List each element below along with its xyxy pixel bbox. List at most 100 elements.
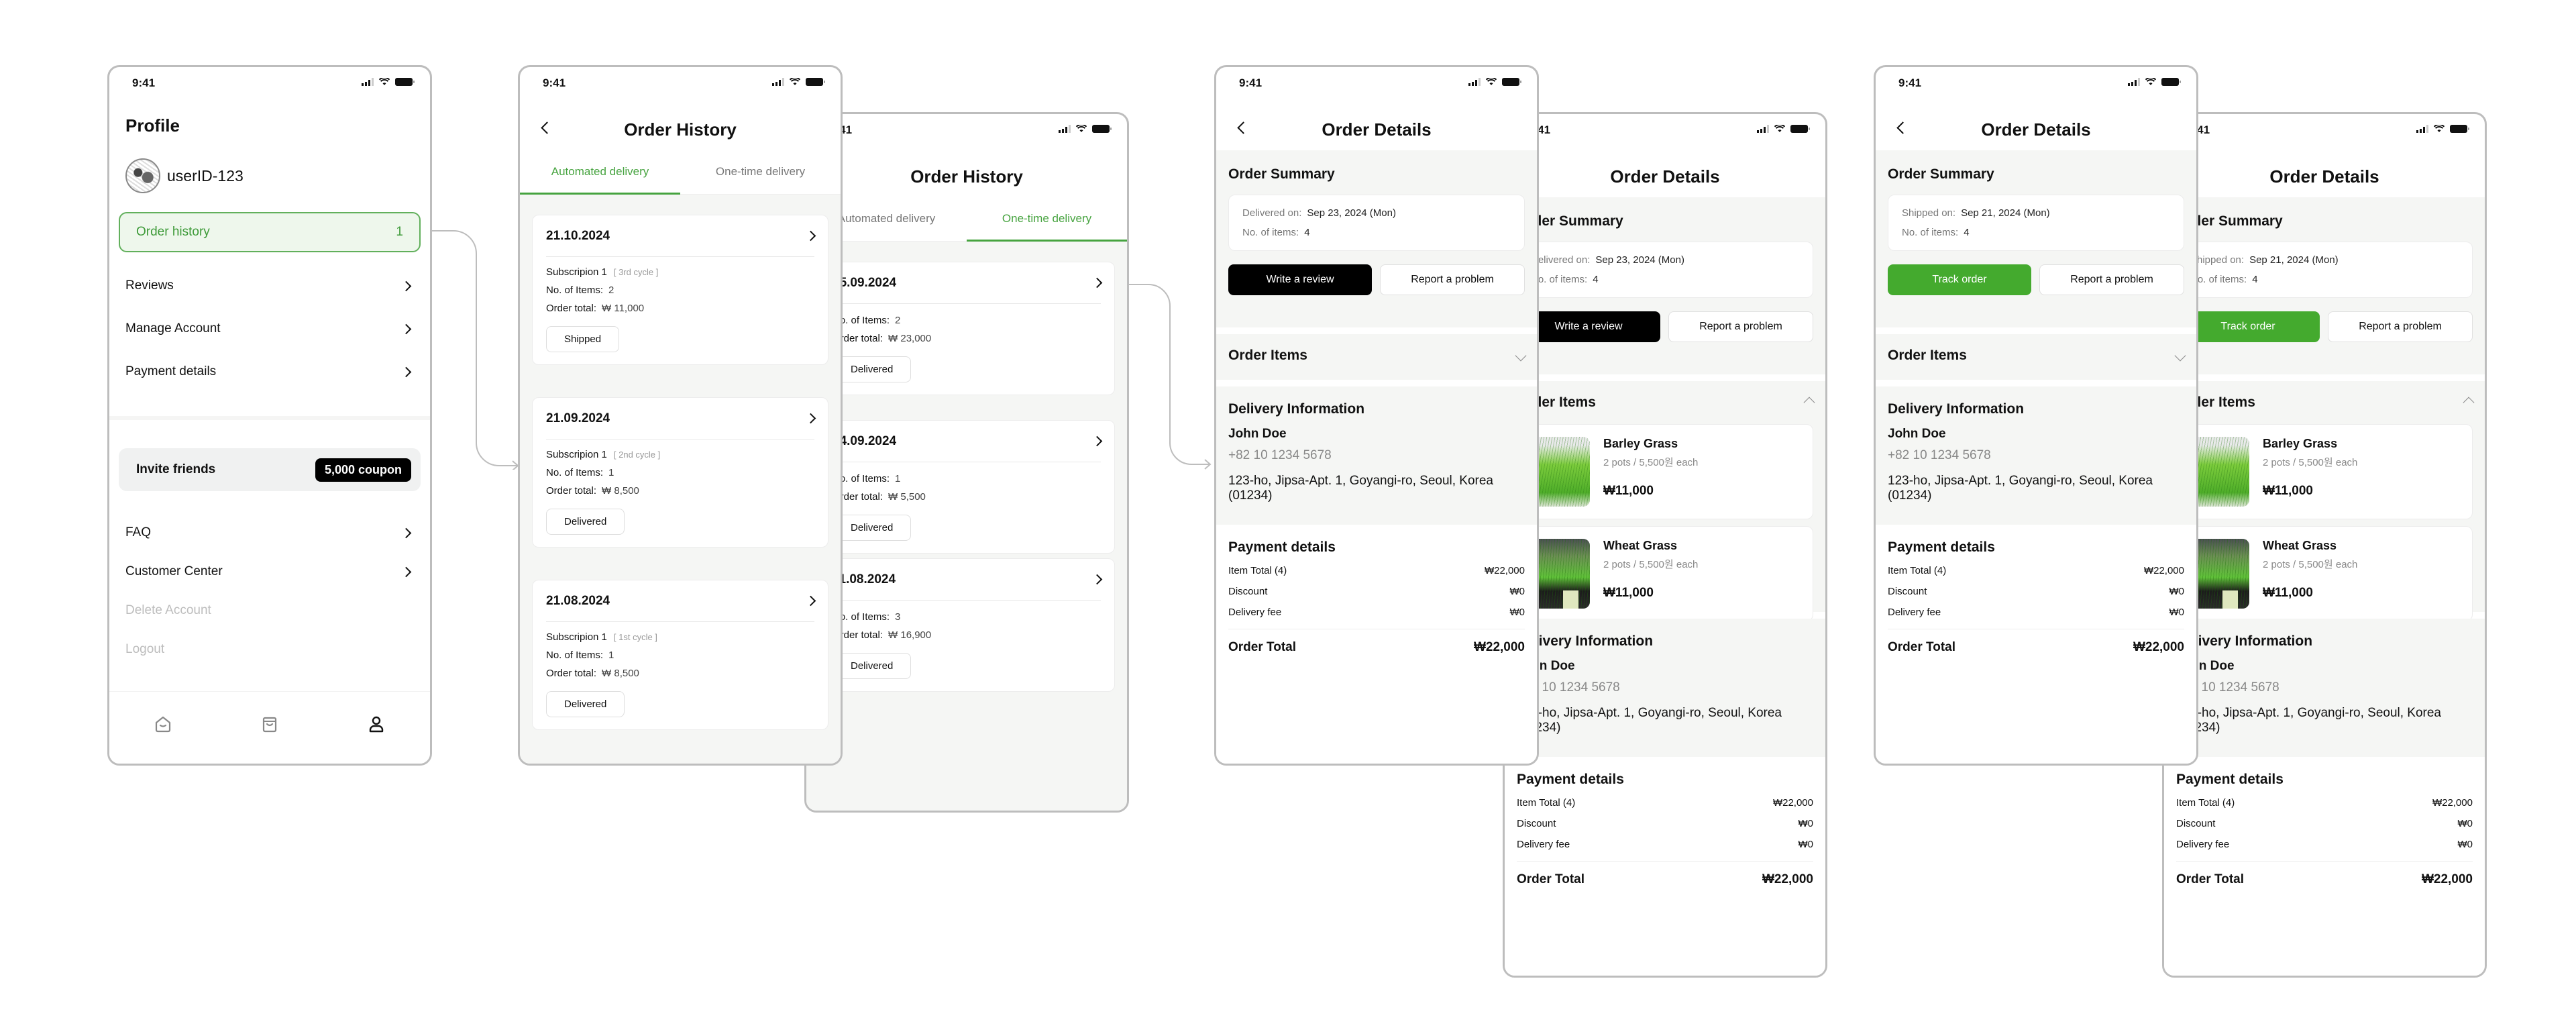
product-image — [2190, 539, 2249, 609]
menu-item-label: Customer Center — [125, 564, 223, 578]
order-card-header[interactable]: 21.09.2024 — [546, 398, 816, 439]
payment-value: ₩0 — [1798, 818, 1814, 829]
invite-friends-banner[interactable]: Invite friends 5,000 coupon — [119, 448, 421, 491]
order-item[interactable]: Wheat Grass 2 pots / 5,500원 each ₩11,000 — [1517, 526, 1813, 621]
product-price: ₩11,000 — [2263, 586, 2313, 600]
status-date-label: Delivered on: — [1531, 254, 1591, 266]
order-status-button[interactable]: Delivered — [833, 356, 912, 382]
status-date-label: Shipped on: — [1902, 207, 1956, 219]
delete-account-link[interactable]: Delete Account — [125, 597, 410, 624]
payment-details-section: Payment details Item Total (4) ₩22,000 Di… — [1505, 772, 1825, 887]
order-card-header[interactable]: 11.08.2024 — [833, 559, 1103, 601]
nav-bar: Order Details — [1505, 154, 1825, 197]
order-items-toggle[interactable]: Order Items — [2176, 381, 2475, 424]
order-card-header[interactable]: 21.10.2024 — [546, 215, 816, 257]
menu-item-manage-account[interactable]: Manage Account — [125, 315, 412, 342]
menu-item-label: FAQ — [125, 525, 152, 539]
product-price: ₩11,000 — [1603, 484, 1654, 498]
product-image — [2190, 437, 2249, 507]
chevron-down-icon — [1515, 350, 1527, 362]
home-icon — [155, 716, 170, 732]
order-item[interactable]: Wheat Grass 2 pots / 5,500원 each ₩11,000 — [2176, 526, 2473, 621]
delivery-address: 123-ho, Jipsa-Apt. 1, Goyangi-ro, Seoul,… — [1888, 474, 2153, 503]
order-card-header[interactable]: 14.09.2024 — [833, 421, 1103, 462]
flow-connector — [1128, 284, 1212, 470]
battery-icon — [395, 78, 415, 86]
order-status-button[interactable]: Delivered — [833, 515, 912, 541]
menu-item-label: Manage Account — [125, 321, 221, 335]
tab-one-time-delivery[interactable]: One-time delivery — [680, 150, 841, 194]
report-problem-button[interactable]: Report a problem — [2039, 264, 2184, 295]
payment-value: ₩0 — [1509, 607, 1525, 618]
status-bar: 9:41 — [1876, 67, 2196, 101]
profile-icon — [370, 716, 384, 732]
tab-home[interactable] — [150, 711, 176, 737]
page-title: Order Details — [1981, 119, 2091, 140]
tab-one-time-delivery[interactable]: One-time delivery — [967, 197, 1127, 242]
payment-row: Delivery fee ₩0 — [2176, 839, 2473, 850]
items-label: No. of Items: — [546, 284, 604, 296]
order-item[interactable]: Barley Grass 2 pots / 5,500원 each ₩11,000 — [2176, 424, 2473, 519]
primary-action-button[interactable]: Track order — [1888, 264, 2031, 295]
tab-profile[interactable] — [363, 711, 390, 737]
order-status-button[interactable]: Shipped — [546, 326, 620, 352]
order-items-toggle[interactable]: Order Items — [1888, 334, 2186, 377]
order-status-button[interactable]: Delivered — [833, 653, 912, 679]
wifi-icon — [1076, 125, 1087, 133]
avatar[interactable] — [125, 158, 160, 193]
order-items-list: Barley Grass 2 pots / 5,500원 each ₩11,000 … — [2176, 424, 2473, 621]
order-items-toggle[interactable]: Order Items — [1228, 334, 1527, 377]
logout-link[interactable]: Logout — [125, 636, 410, 663]
order-total-label: Order Total — [2176, 872, 2244, 886]
order-status-button[interactable]: Delivered — [546, 509, 625, 535]
tab-automated-delivery[interactable]: Automated delivery — [520, 150, 680, 195]
order-history-button[interactable]: Order history 1 — [119, 212, 421, 252]
order-summary-card: Shipped on: Sep 21, 2024 (Mon) No. of ite… — [1888, 195, 2184, 251]
items-value: 1 — [608, 650, 614, 661]
order-date: 21.10.2024 — [546, 228, 610, 243]
menu-item-faq[interactable]: FAQ — [125, 519, 412, 546]
chevron-right-icon — [400, 280, 412, 291]
report-problem-button[interactable]: Report a problem — [2328, 311, 2473, 342]
payment-label: Delivery fee — [1888, 607, 1941, 618]
menu-item-label: Payment details — [125, 364, 217, 378]
cycle-label: [ 3rd cycle ] — [613, 267, 659, 277]
report-problem-button[interactable]: Report a problem — [1380, 264, 1525, 295]
primary-action-button[interactable]: Write a review — [1228, 264, 1372, 295]
product-qty: 2 pots / 5,500원 each — [1603, 559, 1699, 570]
delete-account-label: Delete Account — [125, 603, 211, 617]
order-item[interactable]: Barley Grass 2 pots / 5,500원 each ₩11,000 — [1517, 424, 1813, 519]
signal-icon — [1059, 125, 1071, 133]
order-history-count: 1 — [396, 225, 403, 239]
status-bar: 9:41 — [1216, 67, 1537, 101]
subscription-name: Subscripion 1 — [546, 266, 607, 278]
order-card-header[interactable]: 21.08.2024 — [546, 580, 816, 622]
payment-value: ₩0 — [1509, 586, 1525, 597]
tab-shop[interactable] — [256, 711, 283, 737]
status-date-value: Sep 23, 2024 (Mon) — [1595, 254, 1684, 266]
menu-item-reviews[interactable]: Reviews — [125, 272, 412, 299]
items-value: 2 — [895, 315, 901, 326]
recipient-name: John Doe — [1228, 427, 1287, 441]
signal-icon — [2128, 78, 2140, 86]
order-status-button[interactable]: Delivered — [546, 691, 625, 717]
payment-label: Delivery fee — [1228, 607, 1282, 618]
invite-label: Invite friends — [136, 462, 216, 476]
recipient-phone: +82 10 1234 5678 — [1228, 448, 1332, 462]
order-items-toggle[interactable]: Order Items — [1517, 381, 1815, 424]
wifi-icon — [379, 78, 390, 86]
items-value: 3 — [895, 611, 901, 623]
report-problem-button[interactable]: Report a problem — [1668, 311, 1813, 342]
menu-item-label: Reviews — [125, 278, 174, 293]
menu-item-customer-center[interactable]: Customer Center — [125, 558, 412, 585]
bottom-tab-bar — [109, 691, 430, 764]
menu-item-payment-details[interactable]: Payment details — [125, 358, 412, 385]
product-price: ₩11,000 — [2263, 484, 2313, 498]
signal-icon — [2416, 125, 2428, 133]
order-summary-title: Order Summary — [1888, 166, 1994, 182]
page-title: Order Details — [1610, 166, 1720, 187]
payment-details-section: Payment details Item Total (4) ₩22,000 Di… — [2164, 772, 2485, 887]
order-card-header[interactable]: 15.09.2024 — [833, 262, 1103, 304]
order-details-body: Order Summary Shipped on: Sep 21, 2024 (M… — [1876, 150, 2196, 764]
product-name: Wheat Grass — [2263, 539, 2337, 552]
